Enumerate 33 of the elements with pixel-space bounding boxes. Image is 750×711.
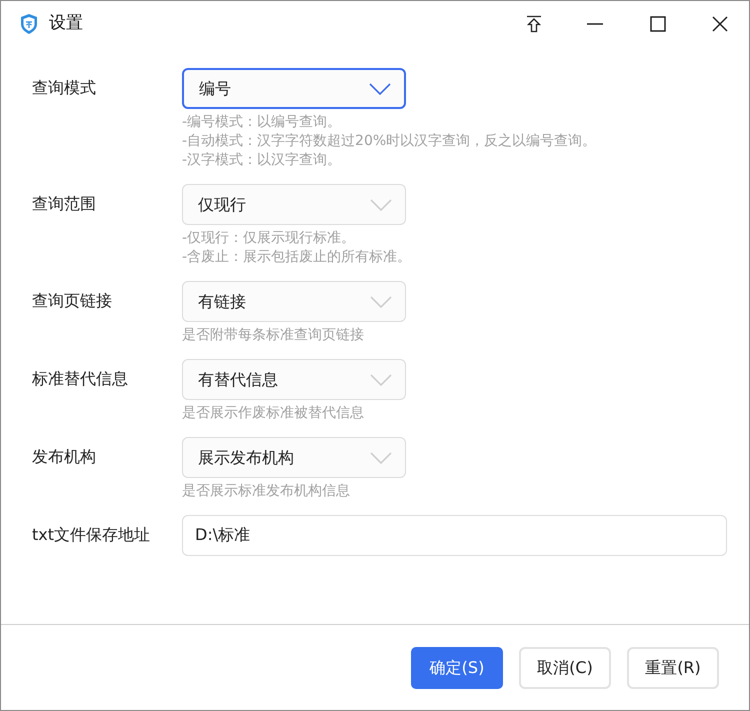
- hint-text: -含废止：展示包括废止的所有标准。: [182, 248, 412, 267]
- field-label: 查询模式: [32, 77, 97, 99]
- chevron-down-icon: [369, 82, 391, 94]
- field-label: 发布机构: [32, 446, 97, 468]
- chevron-down-icon: [370, 296, 392, 308]
- hint-text: -仅现行：仅展示现行标准。: [182, 229, 356, 248]
- dropdown[interactable]: 仅现行: [182, 184, 406, 225]
- dropdown[interactable]: 编号: [182, 68, 406, 109]
- chevron-down-icon: [370, 198, 392, 210]
- field-label: 查询页链接: [32, 290, 113, 312]
- path-input[interactable]: D:\标准: [182, 515, 727, 556]
- maximize-icon[interactable]: [650, 16, 666, 32]
- field-label: 查询范围: [32, 193, 97, 215]
- dropdown[interactable]: 有链接: [182, 281, 406, 322]
- chevron-down-icon: [370, 452, 392, 464]
- hint-text: -自动模式：汉字字符数超过20%时以汉字查询，反之以编号查询。: [182, 132, 596, 151]
- shield-icon: [19, 12, 39, 34]
- dropdown[interactable]: 有替代信息: [182, 359, 406, 400]
- dropdown[interactable]: 展示发布机构: [182, 437, 406, 478]
- hint-text: 是否附带每条标准查询页链接: [182, 326, 365, 345]
- field-label: 标准替代信息: [32, 368, 129, 390]
- hint-text: 是否展示作废标准被替代信息: [182, 404, 365, 423]
- pin-top-icon[interactable]: [526, 14, 542, 32]
- hint-text: -汉字模式：以汉字查询。: [182, 151, 342, 170]
- hint-text: -编号模式：以编号查询。: [182, 113, 342, 132]
- confirm-button[interactable]: 确定(S): [411, 646, 503, 688]
- dialog-button[interactable]: 重置(R): [627, 646, 719, 688]
- window-title: 设置: [49, 12, 83, 35]
- hint-text: 是否展示标准发布机构信息: [182, 482, 351, 501]
- chevron-down-icon: [370, 374, 392, 386]
- field-label: txt文件保存地址: [32, 524, 152, 546]
- dialog-button[interactable]: 取消(C): [519, 646, 611, 688]
- close-icon[interactable]: [712, 16, 728, 32]
